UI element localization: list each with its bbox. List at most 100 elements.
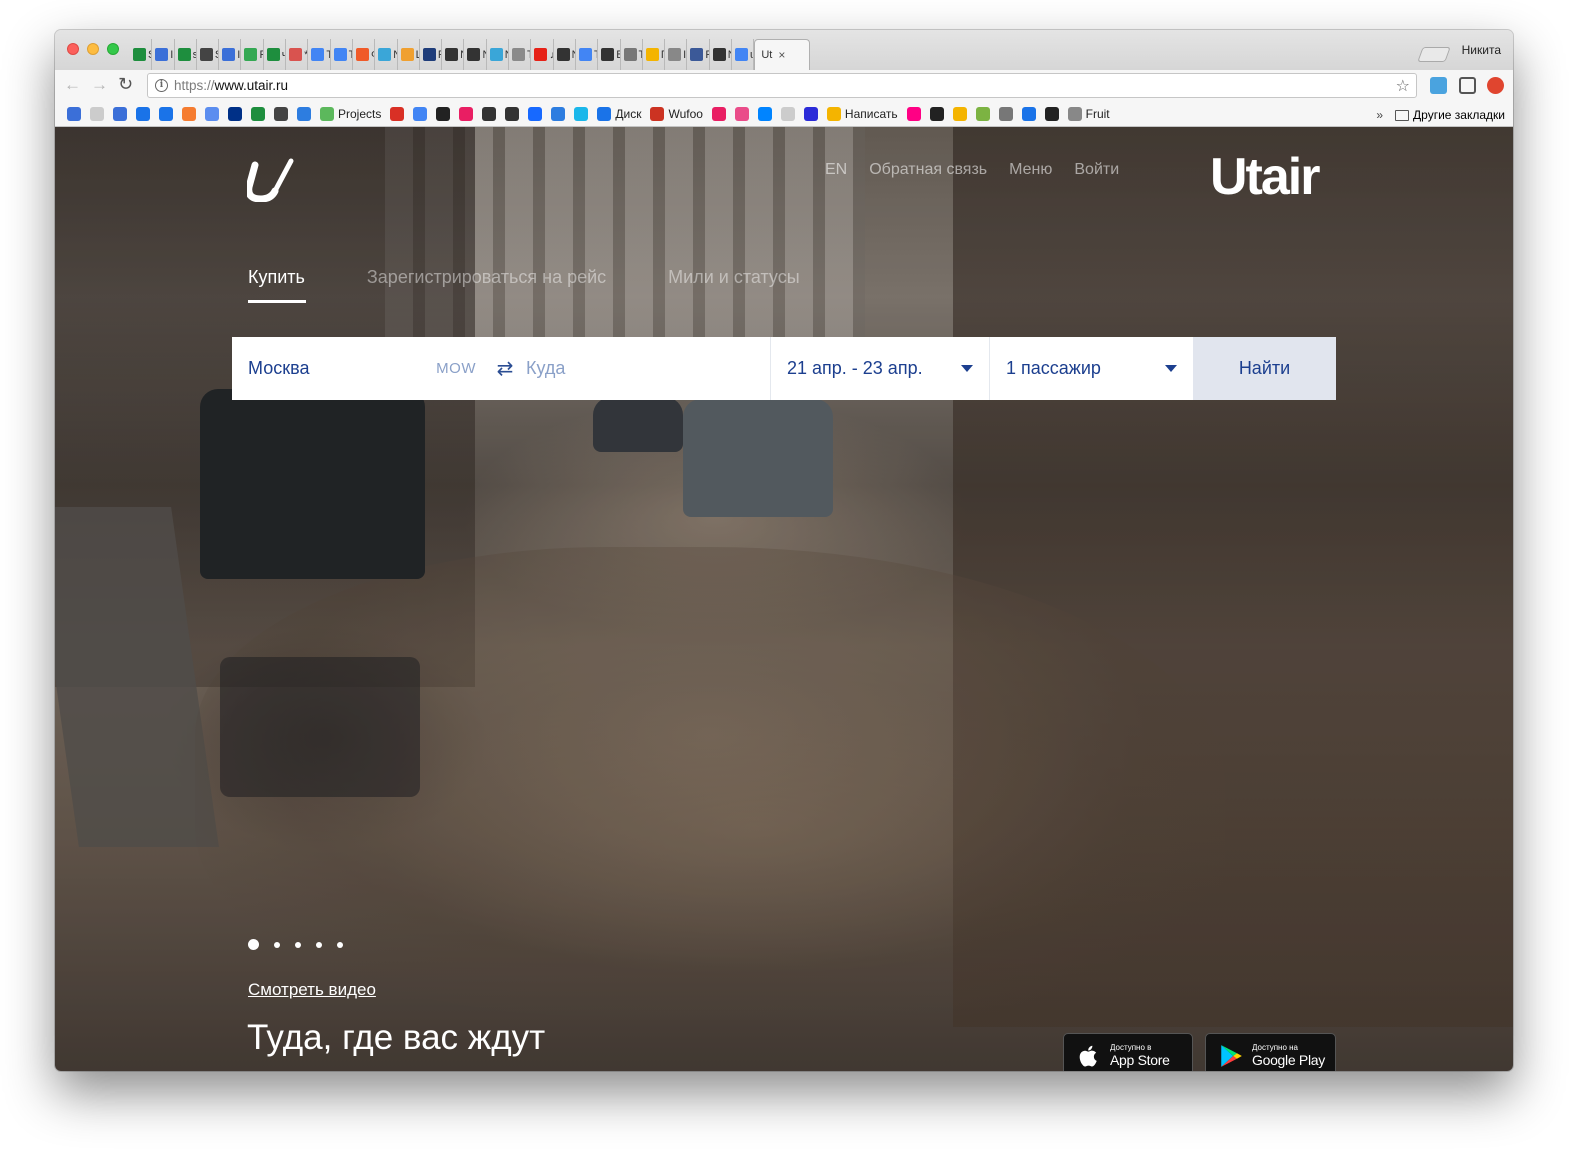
utair-logo-icon[interactable] bbox=[247, 157, 297, 202]
bookmark-item[interactable]: Диск bbox=[597, 107, 641, 121]
watch-video-link[interactable]: Смотреть видео bbox=[248, 980, 376, 1000]
dates-select[interactable]: 21 апр. - 23 апр. bbox=[770, 337, 989, 400]
bookmark-item[interactable] bbox=[90, 107, 104, 121]
bookmark-item[interactable] bbox=[929, 107, 944, 121]
google-play-badge[interactable]: Доступно на Google Play bbox=[1205, 1033, 1336, 1071]
reload-button[interactable]: ↻ bbox=[118, 74, 133, 95]
browser-tab[interactable]: T bbox=[331, 39, 353, 70]
new-tab-button[interactable] bbox=[1417, 47, 1451, 62]
app-store-badge[interactable]: Доступно в App Store bbox=[1063, 1033, 1193, 1071]
bookmark-item[interactable] bbox=[459, 107, 474, 121]
tab-buy[interactable]: Купить bbox=[248, 267, 306, 303]
browser-tab[interactable]: T bbox=[621, 39, 643, 70]
extension-icon[interactable] bbox=[1487, 77, 1504, 94]
bookmark-item[interactable] bbox=[297, 107, 311, 121]
bookmark-item[interactable] bbox=[482, 107, 497, 121]
bookmark-item[interactable] bbox=[757, 107, 772, 121]
bookmark-item[interactable] bbox=[228, 107, 242, 121]
bookmark-item[interactable] bbox=[1044, 107, 1059, 121]
bookmark-item[interactable] bbox=[159, 107, 173, 121]
browser-tab[interactable]: N bbox=[710, 39, 733, 70]
site-info-icon[interactable]: i bbox=[155, 79, 168, 92]
browser-tab[interactable]: Ц bbox=[398, 39, 420, 70]
carousel-dot[interactable] bbox=[274, 941, 280, 948]
language-switch[interactable]: EN bbox=[825, 161, 847, 179]
browser-tab[interactable]: ♫ bbox=[531, 39, 554, 70]
browser-tab[interactable]: S bbox=[130, 39, 153, 70]
profile-button[interactable]: Никита bbox=[1462, 43, 1501, 57]
browser-tab[interactable]: Г bbox=[643, 39, 666, 70]
bookmark-item[interactable] bbox=[182, 107, 196, 121]
bookmark-item[interactable] bbox=[711, 107, 726, 121]
carousel-dot[interactable] bbox=[337, 941, 343, 948]
carousel-dot[interactable] bbox=[316, 941, 322, 948]
bookmark-item[interactable] bbox=[780, 107, 795, 121]
carousel-dot[interactable] bbox=[248, 939, 259, 950]
bookmark-item[interactable] bbox=[528, 107, 543, 121]
browser-tab[interactable]: * bbox=[286, 39, 309, 70]
browser-tab[interactable]: S bbox=[197, 39, 220, 70]
bookmark-item[interactable] bbox=[505, 107, 520, 121]
browser-tab[interactable]: T bbox=[576, 39, 599, 70]
browser-tab[interactable]: Ir bbox=[219, 39, 242, 70]
bookmark-item[interactable] bbox=[952, 107, 967, 121]
menu-button[interactable]: Меню bbox=[1009, 161, 1052, 179]
download-extension-icon[interactable] bbox=[1430, 77, 1447, 94]
bookmark-item[interactable] bbox=[734, 107, 749, 121]
maximize-window-button[interactable] bbox=[107, 43, 119, 55]
browser-tab[interactable]: Ф bbox=[353, 39, 376, 70]
browser-tab[interactable]: s bbox=[175, 39, 197, 70]
bookmark-item[interactable] bbox=[205, 107, 219, 121]
bookmark-item[interactable] bbox=[413, 107, 428, 121]
bookmark-star-icon[interactable]: ☆ bbox=[1396, 76, 1410, 96]
bookmark-item[interactable] bbox=[390, 107, 405, 121]
bookmark-item[interactable] bbox=[551, 107, 566, 121]
browser-tab[interactable]: N bbox=[554, 39, 576, 70]
browser-tab[interactable]: ч bbox=[264, 39, 287, 70]
browser-tab[interactable]: P bbox=[241, 39, 264, 70]
browser-tab[interactable]: N bbox=[464, 39, 487, 70]
close-window-button[interactable] bbox=[67, 43, 79, 55]
other-bookmarks-folder[interactable]: Другие закладки bbox=[1413, 108, 1505, 122]
destination-field[interactable]: Куда bbox=[522, 337, 770, 400]
bookmark-item[interactable] bbox=[67, 107, 81, 121]
bookmark-item[interactable] bbox=[113, 107, 127, 121]
bookmark-item[interactable] bbox=[1021, 107, 1036, 121]
browser-tab[interactable]: In bbox=[665, 39, 688, 70]
passengers-select[interactable]: 1 пассажир bbox=[989, 337, 1193, 400]
bookmark-item[interactable] bbox=[906, 107, 921, 121]
swap-icon[interactable]: ⇄ bbox=[488, 337, 522, 400]
browser-tab[interactable]: N bbox=[487, 39, 510, 70]
browser-tab[interactable]: R bbox=[420, 39, 443, 70]
bookmark-item[interactable] bbox=[998, 107, 1013, 121]
bookmark-item[interactable]: Fruit bbox=[1067, 107, 1110, 121]
find-button[interactable]: Найти bbox=[1193, 337, 1336, 400]
tab-check-in[interactable]: Зарегистрироваться на рейс bbox=[367, 267, 606, 296]
browser-tab[interactable]: T bbox=[308, 39, 331, 70]
browser-tab[interactable]: u bbox=[732, 39, 755, 70]
bookmark-item[interactable] bbox=[274, 107, 288, 121]
bookmark-item[interactable] bbox=[574, 107, 589, 121]
browser-tab[interactable]: T bbox=[509, 39, 532, 70]
screenshot-extension-icon[interactable] bbox=[1459, 77, 1476, 94]
bookmark-item[interactable] bbox=[436, 107, 451, 121]
forward-button[interactable]: → bbox=[91, 75, 108, 95]
browser-tab[interactable]: N bbox=[442, 39, 465, 70]
browser-tab[interactable]: B bbox=[598, 39, 621, 70]
bookmarks-more-button[interactable]: » bbox=[1376, 108, 1383, 122]
bookmark-item[interactable] bbox=[251, 107, 265, 121]
login-link[interactable]: Войти bbox=[1074, 161, 1119, 179]
browser-tab-active[interactable]: Ut × bbox=[754, 39, 811, 70]
origin-field[interactable]: Москва MOW bbox=[232, 337, 488, 400]
back-button[interactable]: ← bbox=[64, 75, 81, 95]
address-bar[interactable]: i https:// www.utair.ru ☆ bbox=[147, 73, 1417, 98]
bookmark-item[interactable]: Написать bbox=[826, 107, 898, 121]
browser-tab[interactable]: F bbox=[687, 39, 710, 70]
bookmark-item[interactable] bbox=[975, 107, 990, 121]
browser-tab[interactable]: N bbox=[375, 39, 398, 70]
browser-tab[interactable]: Ir bbox=[152, 39, 175, 70]
bookmark-item[interactable] bbox=[803, 107, 818, 121]
bookmark-item[interactable]: Projects bbox=[320, 107, 381, 121]
bookmark-item[interactable] bbox=[136, 107, 150, 121]
feedback-link[interactable]: Обратная связь bbox=[869, 161, 987, 179]
